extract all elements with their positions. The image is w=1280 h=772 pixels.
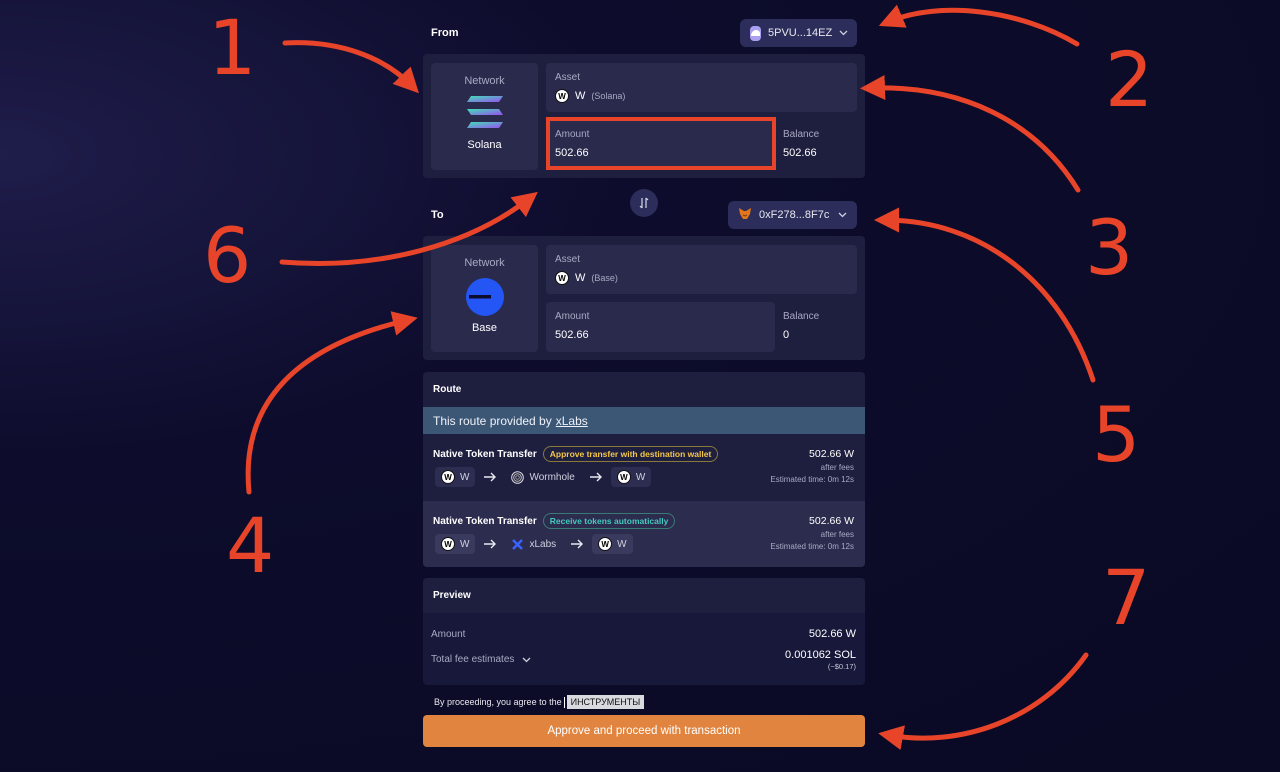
- annotation-number-3: 3: [1085, 203, 1134, 292]
- arrow-1: [282, 40, 419, 94]
- arrow-3: [860, 75, 1081, 193]
- arrow-2: [878, 4, 1080, 47]
- annotation-number-7: 7: [1102, 553, 1151, 642]
- annotation-number-4: 4: [226, 501, 275, 590]
- annotation-number-1: 1: [208, 3, 257, 92]
- annotation-number-5: 5: [1092, 390, 1141, 479]
- arrow-7: [878, 652, 1089, 750]
- arrow-5: [874, 207, 1096, 383]
- arrow-6: [279, 191, 538, 266]
- arrow-4: [245, 311, 418, 495]
- annotation-number-6: 6: [203, 211, 252, 300]
- annotation-arrows: [245, 4, 1096, 750]
- annotation-number-2: 2: [1105, 35, 1154, 124]
